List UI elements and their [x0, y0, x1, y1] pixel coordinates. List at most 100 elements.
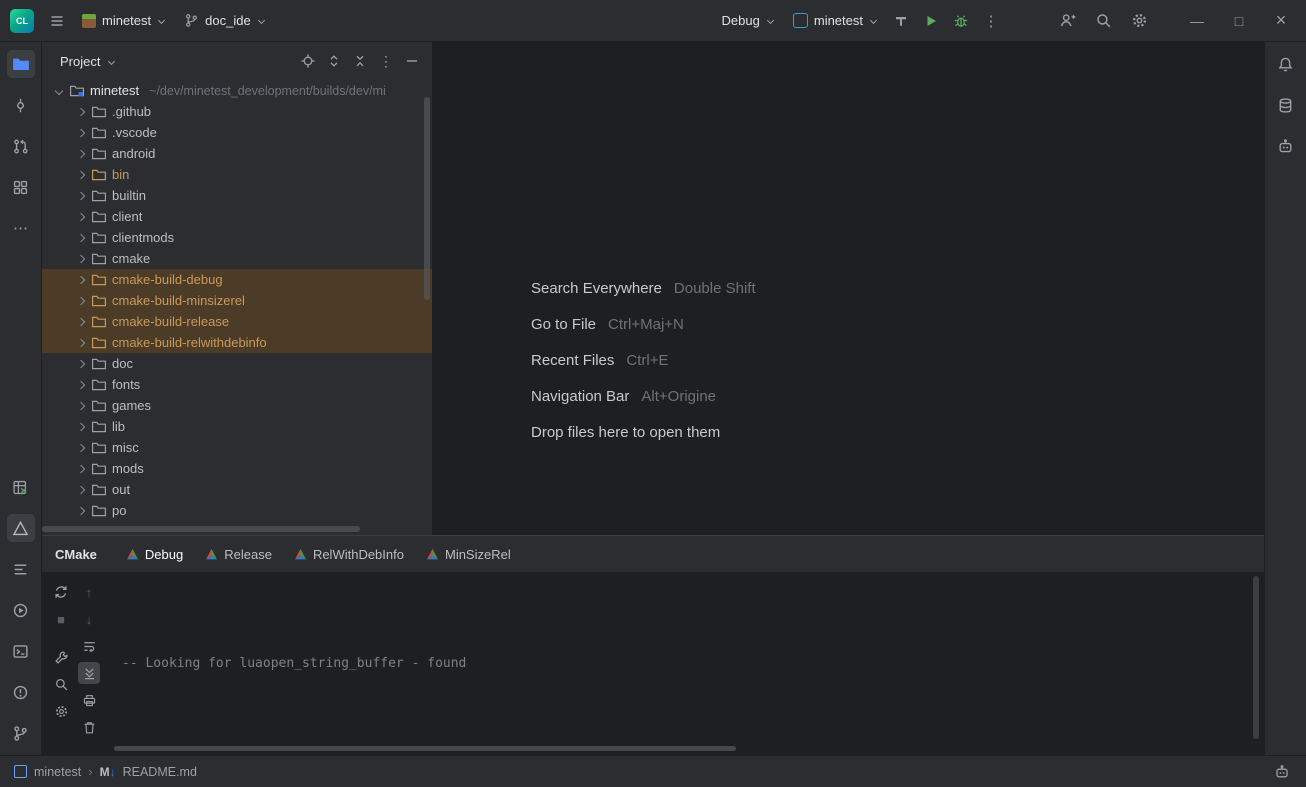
cmake-profile-tab[interactable]: MinSizeRel: [415, 536, 522, 572]
console-horizontal-scrollbar[interactable]: [114, 746, 736, 751]
next-message-button[interactable]: ↓: [78, 608, 100, 630]
chevron-right-icon[interactable]: [77, 212, 85, 220]
chevron-right-icon[interactable]: [77, 380, 85, 388]
chevron-right-icon[interactable]: [77, 338, 85, 346]
cmake-profile-tab[interactable]: RelWithDebInfo: [283, 536, 415, 572]
chevron-right-icon[interactable]: [77, 506, 85, 514]
chevron-right-icon[interactable]: [77, 128, 85, 136]
tree-root-row[interactable]: minetest ~/dev/minetest_development/buil…: [42, 80, 432, 101]
run-button[interactable]: [918, 8, 944, 34]
tree-row[interactable]: .vscode: [42, 122, 432, 143]
chevron-right-icon[interactable]: [77, 422, 85, 430]
chevron-right-icon[interactable]: [77, 443, 85, 451]
project-selector[interactable]: minetest: [74, 8, 172, 33]
panel-options-button[interactable]: ⋮: [374, 49, 398, 73]
cmake-profile-tab[interactable]: Debug: [115, 536, 194, 572]
chevron-right-icon[interactable]: [77, 296, 85, 304]
run-configuration-selector[interactable]: minetest: [785, 8, 884, 33]
tree-row[interactable]: lib: [42, 416, 432, 437]
settings-button[interactable]: [1126, 8, 1152, 34]
tree-row[interactable]: cmake: [42, 248, 432, 269]
stop-button[interactable]: ■: [50, 608, 72, 630]
chevron-right-icon[interactable]: [77, 191, 85, 199]
chevron-right-icon[interactable]: [77, 485, 85, 493]
version-control-tool-button[interactable]: [7, 719, 35, 747]
tree-row[interactable]: cmake-build-debug: [42, 269, 432, 290]
terminal-tool-button[interactable]: [7, 637, 35, 665]
project-tool-button[interactable]: [7, 50, 35, 78]
tree-row[interactable]: cmake-build-relwithdebinfo: [42, 332, 432, 353]
minimize-button[interactable]: —: [1182, 7, 1212, 35]
console-vertical-scrollbar[interactable]: [1253, 576, 1259, 739]
tree-row[interactable]: android: [42, 143, 432, 164]
run-mode-selector[interactable]: Debug: [714, 8, 781, 33]
tree-row[interactable]: po: [42, 500, 432, 521]
chevron-right-icon[interactable]: [77, 254, 85, 262]
tree-row[interactable]: cmake-build-release: [42, 311, 432, 332]
build-button[interactable]: [888, 8, 914, 34]
more-actions-button[interactable]: ⋮: [978, 8, 1004, 34]
project-vertical-scrollbar[interactable]: [424, 97, 430, 300]
chevron-right-icon[interactable]: [77, 149, 85, 157]
structure-tool-button[interactable]: [7, 173, 35, 201]
debug-button[interactable]: [948, 8, 974, 34]
todo-tool-button[interactable]: [7, 555, 35, 583]
tree-row[interactable]: builtin: [42, 185, 432, 206]
previous-message-button[interactable]: ↑: [78, 581, 100, 603]
chevron-right-icon[interactable]: [77, 170, 85, 178]
scroll-to-end-button[interactable]: [78, 662, 100, 684]
cmake-profile-tab[interactable]: Release: [194, 536, 283, 572]
breadcrumb-file[interactable]: README.md: [123, 765, 197, 779]
problems-tool-button[interactable]: [7, 678, 35, 706]
commit-tool-button[interactable]: [7, 91, 35, 119]
notifications-button[interactable]: [1272, 50, 1300, 78]
maximize-button[interactable]: □: [1224, 7, 1254, 35]
tree-row[interactable]: bin: [42, 164, 432, 185]
tree-row[interactable]: client: [42, 206, 432, 227]
database-tool-button[interactable]: [1272, 91, 1300, 119]
tree-row[interactable]: clientmods: [42, 227, 432, 248]
open-cmakecache-button[interactable]: [50, 673, 72, 695]
chevron-right-icon[interactable]: [77, 317, 85, 325]
chevron-right-icon[interactable]: [77, 275, 85, 283]
tree-row[interactable]: .github: [42, 101, 432, 122]
chevron-right-icon[interactable]: [77, 359, 85, 367]
chevron-right-icon[interactable]: [77, 107, 85, 115]
close-button[interactable]: ×: [1266, 7, 1296, 35]
tree-row[interactable]: games: [42, 395, 432, 416]
chevron-right-icon[interactable]: [77, 464, 85, 472]
tree-row[interactable]: cmake-build-minsizerel: [42, 290, 432, 311]
soft-wrap-button[interactable]: [78, 635, 100, 657]
expand-all-button[interactable]: [322, 49, 346, 73]
table-editor-tool-button[interactable]: [7, 473, 35, 501]
ai-assistant-tool-button[interactable]: [1272, 132, 1300, 160]
run-tool-button[interactable]: [7, 596, 35, 624]
project-horizontal-scrollbar[interactable]: [42, 526, 360, 532]
status-bar-right[interactable]: [1274, 764, 1290, 780]
reload-cmake-button[interactable]: [50, 581, 72, 603]
chevron-right-icon[interactable]: [77, 233, 85, 241]
branch-selector[interactable]: doc_ide: [176, 8, 272, 33]
clear-all-button[interactable]: [78, 716, 100, 738]
tree-row[interactable]: out: [42, 479, 432, 500]
search-everywhere-button[interactable]: [1090, 8, 1116, 34]
tree-row[interactable]: fonts: [42, 374, 432, 395]
tree-row[interactable]: mods: [42, 458, 432, 479]
main-menu-button[interactable]: [44, 8, 70, 34]
project-panel-title[interactable]: Project: [60, 54, 114, 69]
cmake-settings-button[interactable]: [50, 646, 72, 668]
code-with-me-button[interactable]: [1054, 8, 1080, 34]
tree-row[interactable]: doc: [42, 353, 432, 374]
tree-row[interactable]: misc: [42, 437, 432, 458]
pull-requests-tool-button[interactable]: [7, 132, 35, 160]
more-tool-windows-button[interactable]: ⋯: [7, 214, 35, 242]
collapse-all-button[interactable]: [348, 49, 372, 73]
hide-panel-button[interactable]: [400, 49, 424, 73]
cmake-tool-button[interactable]: [7, 514, 35, 542]
chevron-right-icon[interactable]: [77, 401, 85, 409]
select-opened-file-button[interactable]: [296, 49, 320, 73]
chevron-down-icon[interactable]: [55, 86, 63, 94]
breadcrumb-project[interactable]: minetest: [34, 765, 81, 779]
console-settings-button[interactable]: [50, 700, 72, 722]
print-button[interactable]: [78, 689, 100, 711]
